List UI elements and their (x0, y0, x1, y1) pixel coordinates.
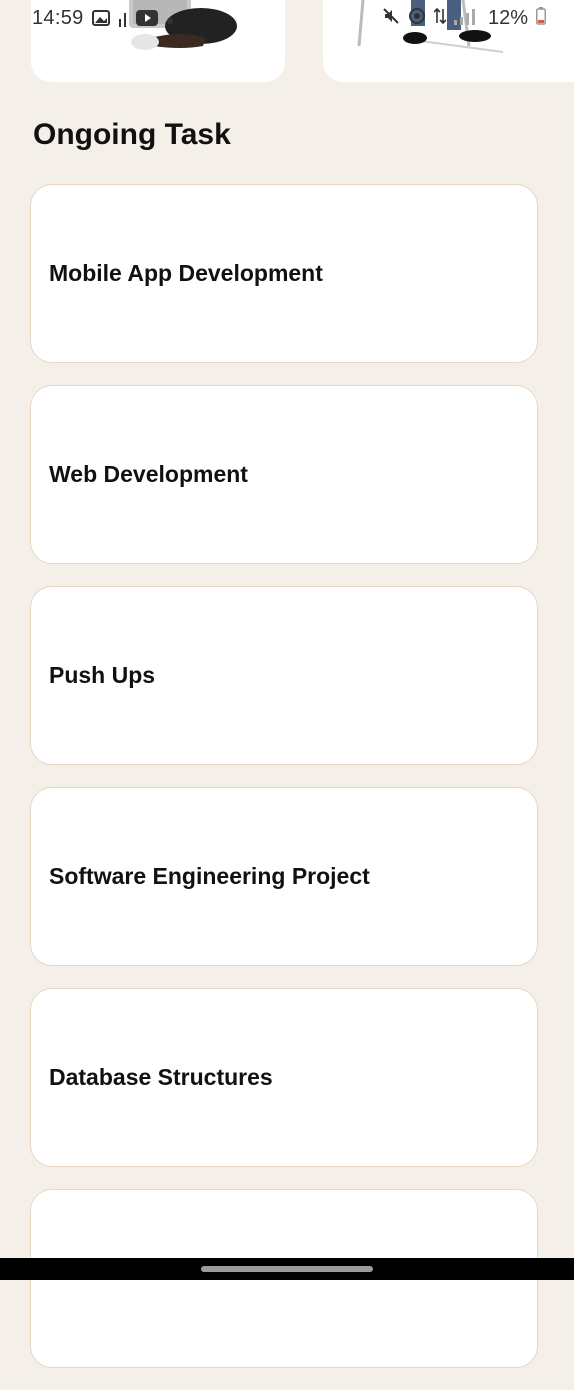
status-notification-icons (92, 9, 174, 32)
gallery-icon (92, 9, 110, 32)
cell-signal-icon (453, 7, 480, 30)
data-arrows-icon (433, 7, 447, 30)
mute-icon (382, 7, 400, 30)
task-card[interactable]: Web Development (30, 385, 538, 564)
task-card[interactable]: Database Structures (30, 988, 538, 1167)
task-title: Database Structures (49, 1064, 273, 1090)
task-card[interactable]: Mobile App Development (30, 184, 538, 363)
hotspot-icon (408, 7, 426, 30)
system-navigation-bar (0, 1258, 574, 1280)
task-card[interactable]: Push Ups (30, 586, 538, 765)
task-title: Mobile App Development (49, 260, 323, 286)
task-title: Web Development (49, 461, 248, 487)
youtube-icon (136, 10, 158, 31)
battery-percent: 12% (487, 7, 528, 29)
task-card[interactable]: Software Engineering Project (30, 787, 538, 966)
status-time: 14:59 (32, 7, 84, 29)
ongoing-task-list: Mobile App Development Web Development P… (30, 184, 538, 1390)
task-title: Push Ups (49, 662, 156, 688)
signal-bars-icon (118, 9, 128, 32)
dot-icon (166, 12, 174, 30)
status-bar: 14:59 12% (0, 0, 574, 38)
status-system-icons: 12% (382, 7, 546, 30)
section-title: Ongoing Task (33, 118, 231, 151)
home-gesture-handle[interactable] (201, 1266, 373, 1272)
task-title: Software Engineering Project (49, 863, 370, 889)
battery-icon (536, 7, 546, 30)
